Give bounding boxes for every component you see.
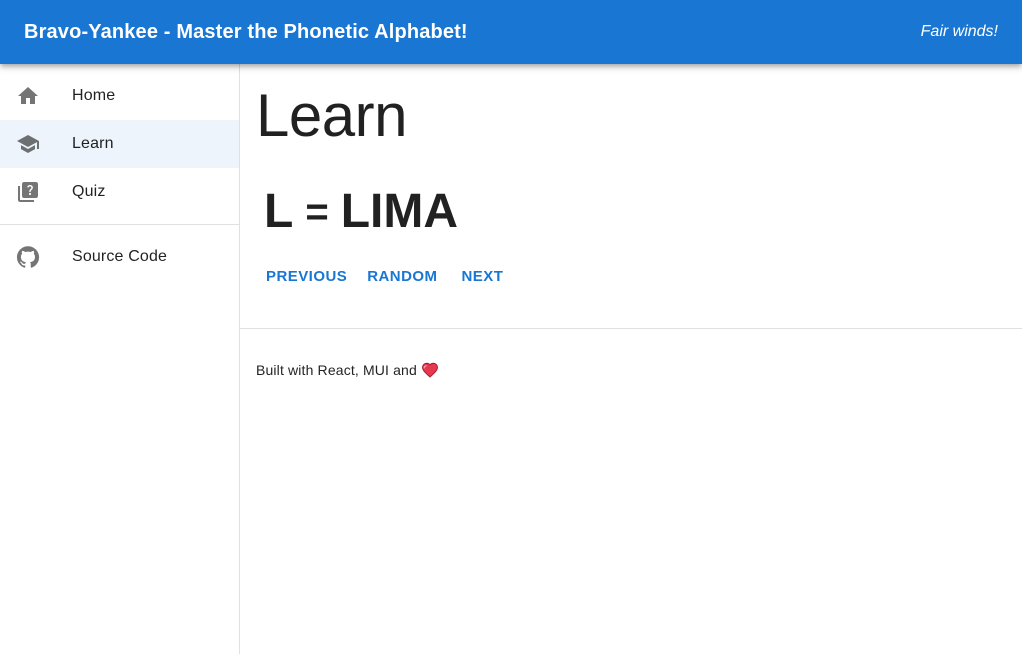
sidebar: Home Learn Quiz Source Code	[0, 64, 240, 654]
heart-icon	[421, 361, 439, 379]
equals-sign: =	[305, 190, 329, 234]
navigation-actions: Previous Random Next	[258, 260, 511, 292]
previous-button[interactable]: Previous	[258, 260, 355, 292]
quiz-icon	[16, 180, 40, 204]
letter-display: L = LIMA	[264, 184, 458, 240]
sidebar-divider	[0, 224, 239, 225]
sidebar-item-quiz[interactable]: Quiz	[0, 168, 239, 216]
sidebar-item-label: Home	[72, 87, 116, 104]
sidebar-item-label: Source Code	[72, 248, 168, 265]
app-tagline: Fair winds!	[920, 23, 998, 40]
github-icon	[16, 245, 40, 269]
sidebar-item-label: Learn	[72, 135, 114, 152]
app-bar: Bravo-Yankee - Master the Phonetic Alpha…	[0, 0, 1022, 64]
sidebar-item-source-code[interactable]: Source Code	[0, 233, 239, 281]
sidebar-nav: Home Learn Quiz	[0, 64, 239, 216]
sidebar-item-home[interactable]: Home	[0, 72, 239, 120]
letter: L	[264, 185, 294, 238]
random-button[interactable]: Random	[359, 260, 445, 292]
home-icon	[16, 84, 40, 108]
sidebar-item-label: Quiz	[72, 183, 106, 200]
content-divider	[240, 328, 1022, 329]
main-content: Learn L = LIMA Previous Random Next Buil…	[240, 64, 1022, 654]
footer-text: Built with React, MUI and	[256, 362, 417, 378]
footer: Built with React, MUI and	[256, 361, 439, 379]
page-title: Learn	[256, 82, 407, 149]
app-title: Bravo-Yankee - Master the Phonetic Alpha…	[24, 20, 468, 43]
school-icon	[16, 132, 40, 156]
phonetic-word: LIMA	[340, 185, 458, 238]
next-button[interactable]: Next	[453, 260, 511, 292]
sidebar-item-learn[interactable]: Learn	[0, 120, 239, 168]
